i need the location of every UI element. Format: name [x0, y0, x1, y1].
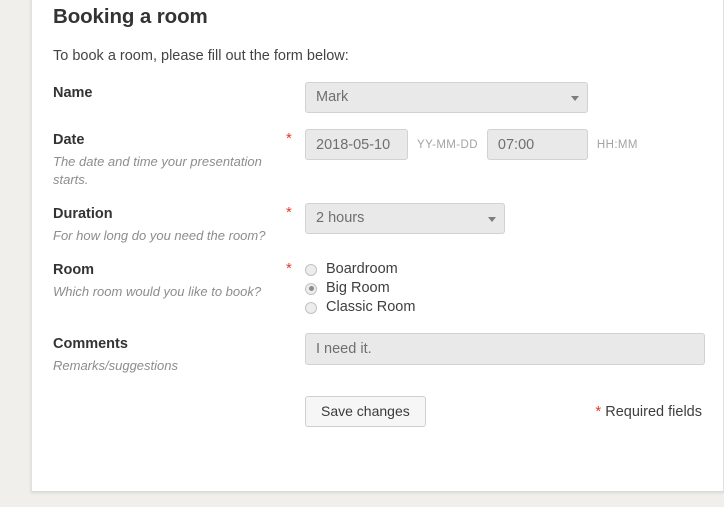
date-help-text: The date and time your presentation star…: [53, 154, 262, 187]
room-label: Room: [53, 262, 95, 278]
footer-spacer-req: [286, 411, 305, 412]
room-required-col: *: [286, 259, 305, 278]
form-footer: Save changes * Required fields: [53, 396, 705, 427]
required-asterisk-duration: *: [286, 204, 292, 221]
date-label-col: Date The date and time your presentation…: [53, 129, 286, 189]
form-row-room: Room Which room would you like to book? …: [53, 259, 705, 317]
comments-input[interactable]: [305, 333, 705, 365]
duration-required-col: *: [286, 203, 305, 222]
comments-label: Comments: [53, 336, 128, 352]
comments-control-col: [305, 333, 705, 365]
form-row-duration: Duration For how long do you need the ro…: [53, 203, 705, 245]
intro-text: To book a room, please fill out the form…: [53, 48, 349, 64]
date-label: Date: [53, 132, 85, 148]
form-card: Booking a room To book a room, please fi…: [31, 0, 724, 492]
room-help-text: Which room would you like to book?: [53, 284, 262, 299]
date-format-hint: YY-MM-DD: [417, 138, 478, 151]
duration-label: Duration: [53, 206, 113, 222]
footer-spacer-left: [53, 411, 286, 413]
radio-option-boardroom[interactable]: Boardroom: [305, 260, 415, 279]
date-control-col: YY-MM-DD HH:MM: [305, 129, 705, 160]
required-fields-label: Required fields: [605, 403, 702, 420]
name-label: Name: [53, 85, 93, 101]
name-required-col: [286, 82, 305, 83]
name-control-col: Mark: [305, 82, 705, 113]
room-label-col: Room Which room would you like to book?: [53, 259, 286, 301]
form-row-name: Name Mark: [53, 82, 705, 113]
room-radio-group: Boardroom Big Room Classic Room: [305, 259, 415, 317]
room-control-col: Boardroom Big Room Classic Room: [305, 259, 705, 317]
duration-control-col: 2 hours: [305, 203, 705, 234]
comments-required-col: [286, 333, 305, 334]
radio-icon[interactable]: [305, 301, 317, 314]
date-input[interactable]: [305, 129, 408, 160]
time-format-hint: HH:MM: [596, 138, 638, 151]
radio-option-classic-room[interactable]: Classic Room: [305, 298, 415, 317]
form-card-content: Booking a room To book a room, please fi…: [53, 0, 705, 427]
name-select[interactable]: Mark: [305, 82, 588, 113]
radio-label: Boardroom: [326, 261, 398, 277]
required-asterisk-legend: *: [595, 402, 602, 420]
duration-select[interactable]: 2 hours: [305, 203, 505, 234]
comments-label-col: Comments Remarks/suggestions: [53, 333, 286, 375]
radio-label: Big Room: [326, 280, 390, 296]
duration-label-col: Duration For how long do you need the ro…: [53, 203, 286, 245]
time-input[interactable]: [486, 129, 588, 160]
name-label-col: Name: [53, 82, 286, 102]
radio-option-big-room[interactable]: Big Room: [305, 279, 415, 298]
duration-help-text: For how long do you need the room?: [53, 228, 266, 243]
form-row-comments: Comments Remarks/suggestions: [53, 333, 705, 375]
radio-label: Classic Room: [326, 299, 416, 315]
required-asterisk-room: *: [286, 260, 292, 277]
date-required-col: *: [286, 129, 305, 148]
footer-controls: Save changes * Required fields: [305, 396, 705, 427]
required-asterisk-date: *: [286, 130, 292, 147]
comments-help-text: Remarks/suggestions: [53, 358, 178, 373]
radio-icon[interactable]: [305, 263, 317, 276]
page-title: Booking a room: [53, 5, 208, 28]
radio-icon-selected[interactable]: [305, 282, 317, 295]
duration-select-wrapper[interactable]: 2 hours: [305, 203, 505, 234]
name-select-wrapper[interactable]: Mark: [305, 82, 588, 113]
save-changes-button[interactable]: Save changes: [305, 396, 426, 427]
required-fields-note: * Required fields: [595, 402, 702, 420]
form-row-date: Date The date and time your presentation…: [53, 129, 705, 189]
